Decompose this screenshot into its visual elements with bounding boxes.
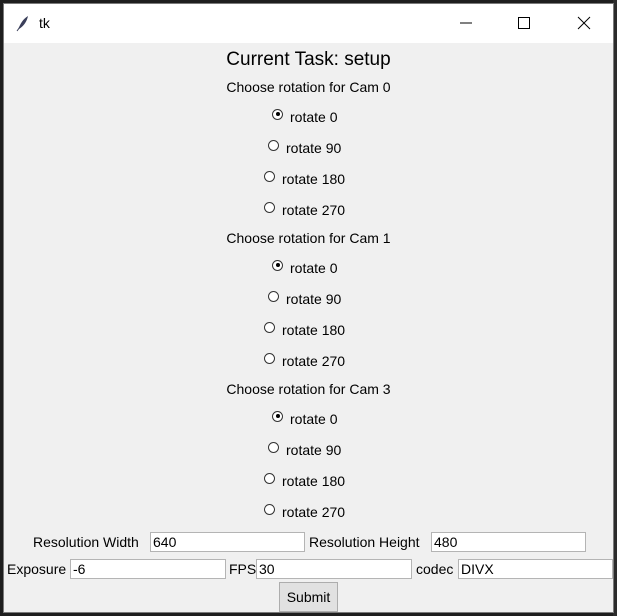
resolution-width-label: Resolution Width <box>33 534 139 550</box>
radio-label: rotate 0 <box>290 411 338 427</box>
cam3-radio-rotate-0[interactable]: rotate 0 <box>272 410 337 428</box>
radio-label: rotate 90 <box>286 291 342 307</box>
radio-label: rotate 270 <box>282 202 346 218</box>
cam1-radio-rotate-0[interactable]: rotate 0 <box>272 259 337 277</box>
cam1-radio-rotate-180[interactable]: rotate 180 <box>264 321 345 339</box>
codec-label: codec <box>416 561 454 577</box>
radio-button[interactable] <box>268 441 279 453</box>
cam0-radio-rotate-180[interactable]: rotate 180 <box>264 170 345 188</box>
window-title: tk <box>39 15 50 31</box>
radio-button[interactable] <box>268 139 279 151</box>
radio-label: rotate 180 <box>282 473 346 489</box>
resolution-height-input[interactable] <box>431 532 586 552</box>
cam1-radio-rotate-270[interactable]: rotate 270 <box>264 352 345 370</box>
title-bar[interactable]: tk <box>4 4 613 43</box>
cam0-label: Choose rotation for Cam 0 <box>226 79 391 95</box>
close-button[interactable] <box>555 4 613 43</box>
exposure-label: Exposure <box>7 561 67 577</box>
cam3-radio-rotate-180[interactable]: rotate 180 <box>264 472 345 490</box>
radio-label: rotate 270 <box>282 504 346 520</box>
radio-button[interactable] <box>264 321 275 333</box>
radio-button[interactable] <box>272 108 283 120</box>
cam1-label: Choose rotation for Cam 1 <box>226 230 391 246</box>
radio-label: rotate 90 <box>286 140 342 156</box>
fps-label: FPS <box>229 561 257 577</box>
cam3-label: Choose rotation for Cam 3 <box>226 381 391 397</box>
submit-button[interactable]: Submit <box>279 582 338 612</box>
cam3-radio-rotate-90[interactable]: rotate 90 <box>268 441 341 459</box>
close-icon <box>577 16 591 30</box>
radio-button[interactable] <box>264 472 275 484</box>
main-content: Current Task: setup Choose rotation for … <box>4 43 613 612</box>
radio-label: rotate 0 <box>290 109 338 125</box>
cam0-radio-rotate-270[interactable]: rotate 270 <box>264 201 345 219</box>
feather-icon <box>14 14 32 32</box>
minimize-button[interactable] <box>437 4 495 43</box>
radio-button[interactable] <box>268 290 279 302</box>
radio-label: rotate 180 <box>282 322 346 338</box>
radio-label: rotate 0 <box>290 260 338 276</box>
app-window: tk Current Task: setup Choose rotation f… <box>3 3 614 613</box>
exposure-input[interactable] <box>70 559 226 579</box>
radio-button[interactable] <box>264 503 275 515</box>
fps-input[interactable] <box>256 559 412 579</box>
radio-label: rotate 180 <box>282 171 346 187</box>
radio-button[interactable] <box>264 352 275 364</box>
radio-button[interactable] <box>272 410 283 422</box>
task-title: Current Task: setup <box>226 49 391 70</box>
maximize-button[interactable] <box>495 4 553 43</box>
maximize-icon <box>518 17 530 29</box>
radio-label: rotate 270 <box>282 353 346 369</box>
radio-button[interactable] <box>272 259 283 271</box>
resolution-height-label: Resolution Height <box>309 534 420 550</box>
radio-label: rotate 90 <box>286 442 342 458</box>
codec-input[interactable] <box>458 559 613 579</box>
cam0-radio-rotate-90[interactable]: rotate 90 <box>268 139 341 157</box>
radio-button[interactable] <box>264 201 275 213</box>
radio-button[interactable] <box>264 170 275 182</box>
minimize-icon <box>460 22 472 24</box>
cam1-radio-rotate-90[interactable]: rotate 90 <box>268 290 341 308</box>
cam3-radio-rotate-270[interactable]: rotate 270 <box>264 503 345 521</box>
resolution-width-input[interactable] <box>150 532 305 552</box>
cam0-radio-rotate-0[interactable]: rotate 0 <box>272 108 337 126</box>
